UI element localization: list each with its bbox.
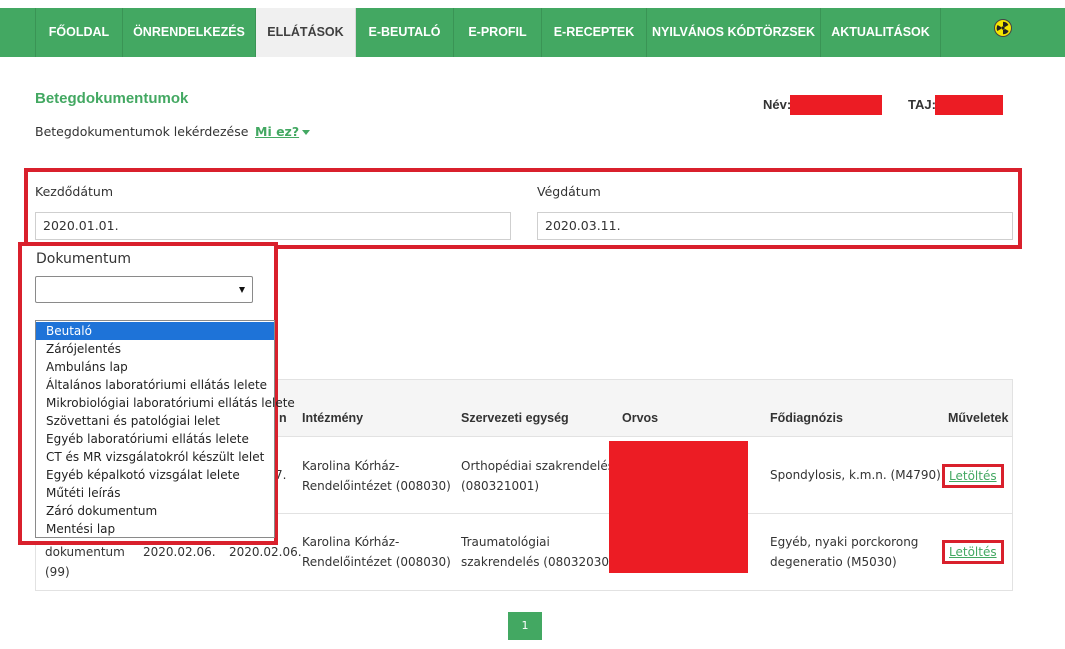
end-date-label: Végdátum bbox=[537, 184, 601, 199]
th-actions: Műveletek bbox=[948, 411, 1009, 425]
dropdown-option[interactable]: Egyéb képalkotó vizsgálat lelete bbox=[36, 466, 274, 484]
end-date-input[interactable]: 2020.03.11. bbox=[537, 212, 1013, 240]
redacted-doctor bbox=[609, 441, 748, 573]
dropdown-option[interactable]: Ambuláns lap bbox=[36, 358, 274, 376]
row1-download-link[interactable]: Letöltés bbox=[942, 464, 1004, 488]
row1-unit-line1: Orthopédiai szakrendelés bbox=[461, 459, 614, 473]
nav-item-aktualitasok[interactable]: AKTUALITÁSOK bbox=[821, 8, 941, 57]
row2-diagnosis-line2: degeneratio (M5030) bbox=[770, 555, 897, 569]
dropdown-option[interactable]: Szövettani és patológiai lelet bbox=[36, 412, 274, 430]
redacted-name bbox=[790, 95, 882, 115]
redacted-taj bbox=[935, 95, 1003, 115]
nav-item-e-beutalo[interactable]: E-BEUTALÓ bbox=[356, 8, 454, 57]
page-subtitle: Betegdokumentumok lekérdezése bbox=[35, 124, 249, 139]
row2-type-line1: dokumentum bbox=[45, 545, 125, 559]
help-link-label: Mi ez? bbox=[255, 124, 300, 139]
start-date-label: Kezdődátum bbox=[35, 184, 114, 199]
row1-institution-line2: Rendelőintézet (008030) bbox=[302, 479, 451, 493]
nav-item-e-profil[interactable]: E-PROFIL bbox=[454, 8, 542, 57]
document-select[interactable] bbox=[35, 276, 253, 303]
row2-type-line2: (99) bbox=[45, 565, 70, 579]
th-institution: Intézmény bbox=[302, 411, 364, 425]
th-diagnosis: Fődiagnózis bbox=[770, 411, 843, 425]
th-doctor: Orvos bbox=[622, 411, 659, 425]
dropdown-option[interactable]: Általános laboratóriumi ellátás lelete bbox=[36, 376, 274, 394]
nav-item-nyilvanos-kodtorzsek[interactable]: NYILVÁNOS KÓDTÖRZSEK bbox=[647, 8, 821, 57]
help-link[interactable]: Mi ez? bbox=[255, 124, 311, 139]
row2-unit-line1: Traumatológiai bbox=[461, 535, 550, 549]
pagination-page-1[interactable]: 1 bbox=[508, 612, 542, 640]
nav-item-e-receptek[interactable]: E-RECEPTEK bbox=[542, 8, 647, 57]
row1-institution-line1: Karolina Kórház- bbox=[302, 459, 400, 473]
dropdown-option[interactable]: Mikrobiológiai laboratóriumi ellátás lel… bbox=[36, 394, 295, 412]
chevron-down-icon bbox=[239, 287, 245, 293]
nav-item-ellatasok[interactable]: ELLÁTÁSOK bbox=[256, 8, 356, 57]
row1-diagnosis: Spondylosis, k.m.n. (M4790) bbox=[770, 468, 941, 482]
row1-unit-line2: (080321001) bbox=[461, 479, 540, 493]
row2-date2: 2020.02.06. bbox=[229, 545, 302, 559]
start-date-input[interactable]: 2020.01.01. bbox=[35, 212, 511, 240]
dropdown-option[interactable]: Egyéb laboratóriumi ellátás lelete bbox=[36, 430, 274, 448]
page-title: Betegdokumentumok bbox=[35, 90, 189, 107]
dropdown-option[interactable]: Műtéti leírás bbox=[36, 484, 274, 502]
dropdown-option[interactable]: Záró dokumentum bbox=[36, 502, 274, 520]
th-date-fragment: n bbox=[279, 411, 287, 425]
taj-label: TAJ: bbox=[908, 97, 936, 112]
nav-item-fooldal[interactable]: FŐOLDAL bbox=[35, 8, 123, 57]
nav-item-onrendelkezes[interactable]: ÖNRENDELKEZÉS bbox=[123, 8, 256, 57]
name-label: Név: bbox=[763, 97, 792, 112]
nav-bar: FŐOLDAL ÖNRENDELKEZÉS ELLÁTÁSOK E-BEUTAL… bbox=[0, 8, 1065, 57]
dropdown-option[interactable]: CT és MR vizsgálatokról készült lelet bbox=[36, 448, 274, 466]
caret-down-icon bbox=[302, 130, 311, 135]
row2-institution-line1: Karolina Kórház- bbox=[302, 535, 400, 549]
top-navigation: FŐOLDAL ÖNRENDELKEZÉS ELLÁTÁSOK E-BEUTAL… bbox=[0, 0, 1065, 57]
document-label: Dokumentum bbox=[36, 251, 132, 267]
row2-download-link[interactable]: Letöltés bbox=[942, 540, 1004, 564]
row2-unit-line2: szakrendelés (080320301) bbox=[461, 555, 622, 569]
dropdown-option[interactable]: Mentési lap bbox=[36, 520, 274, 538]
document-dropdown-list: Beutaló Zárójelentés Ambuláns lap Általá… bbox=[35, 320, 295, 538]
dropdown-option[interactable]: Beutaló bbox=[36, 322, 274, 340]
row2-diagnosis-line1: Egyéb, nyaki porckorong bbox=[770, 535, 919, 549]
accessibility-icon[interactable] bbox=[994, 19, 1012, 37]
th-unit: Szervezeti egység bbox=[461, 411, 569, 425]
row2-institution-line2: Rendelőintézet (008030) bbox=[302, 555, 451, 569]
row2-date1: 2020.02.06. bbox=[143, 545, 216, 559]
dropdown-option[interactable]: Zárójelentés bbox=[36, 340, 274, 358]
